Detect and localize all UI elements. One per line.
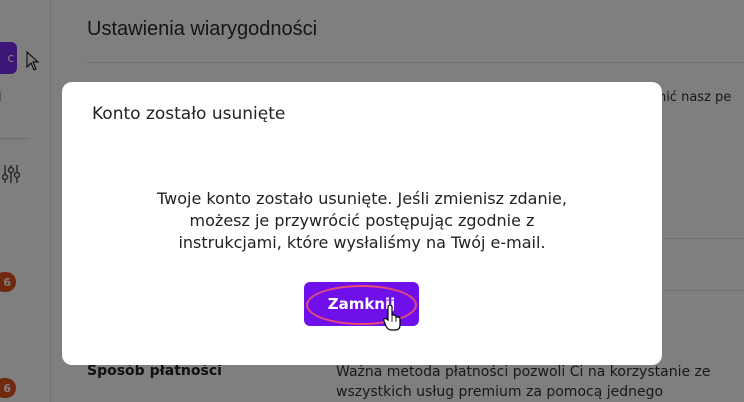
account-deleted-dialog: Konto zostało usunięte Twoje konto zosta… <box>62 82 662 365</box>
close-button[interactable]: Zamknij <box>304 282 419 326</box>
dialog-message: Twoje konto zostało usunięte. Jeśli zmie… <box>157 189 567 252</box>
dialog-title: Konto zostało usunięte <box>92 104 286 124</box>
hand-cursor-icon <box>383 305 401 331</box>
